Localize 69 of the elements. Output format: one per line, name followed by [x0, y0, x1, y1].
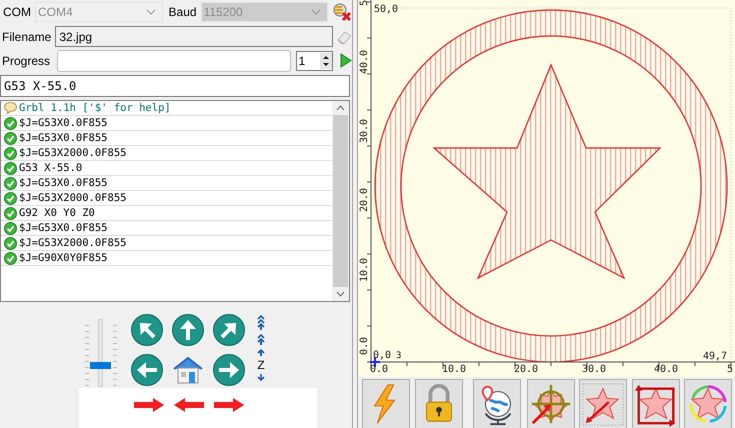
check-icon — [4, 162, 17, 174]
check-icon — [4, 236, 17, 250]
log-entry: G53 X-55.0 — [19, 162, 82, 174]
slider-thumb[interactable] — [90, 362, 111, 369]
log-entry: $J=G53X2000.0F855 — [19, 147, 126, 159]
log-entry: Grbl 1.1h ['$' for help] — [19, 102, 171, 114]
count-spinner[interactable]: 1 — [296, 50, 334, 70]
y-axis-label: 40.0 — [359, 50, 370, 74]
scroll-thumb[interactable] — [333, 115, 348, 287]
jog-arrow-button[interactable] — [213, 354, 245, 386]
x-axis-label: 5 — [727, 364, 734, 375]
log-entry: $J=G53X0.0F855 — [19, 222, 108, 234]
x-axis-label: 20.0 — [514, 364, 538, 375]
x-axis-label: 30.0 — [582, 364, 606, 375]
z-up-icon[interactable] — [257, 314, 265, 330]
scrollbar[interactable] — [332, 101, 349, 301]
y-axis-label: 0.0 — [359, 336, 370, 356]
filename-field[interactable]: 32.jpg — [55, 26, 334, 47]
coordinate-label: 50,0 — [374, 4, 398, 15]
baud-label: Baud — [168, 4, 198, 18]
tool-button[interactable] — [632, 379, 680, 428]
chevron-icon — [146, 8, 156, 14]
check-icon — [4, 192, 17, 204]
com-label: COM — [2, 4, 32, 18]
tool-button[interactable] — [473, 379, 521, 428]
y-axis-label: 5 — [359, 0, 370, 6]
x-axis-label: 0.0 — [370, 364, 388, 375]
jog-arrow-button[interactable] — [172, 314, 204, 346]
log-entry: $J=G53X0.0F855 — [19, 117, 108, 129]
coordinate-label: 3 — [396, 351, 402, 361]
x-axis-label: 40.0 — [654, 364, 678, 375]
arrow-icon — [134, 398, 164, 412]
jog-arrow-button[interactable] — [131, 354, 163, 386]
check-icon — [4, 176, 17, 190]
z-up-icon[interactable] — [257, 348, 265, 356]
coordinate-label: 49,7 — [703, 351, 728, 362]
speech-bubble-icon — [4, 102, 17, 114]
log-entry: $J=G53X0.0F855 — [19, 177, 108, 189]
speed-slider[interactable] — [85, 319, 117, 387]
check-icon — [4, 222, 17, 234]
chevron-icon — [311, 8, 322, 14]
check-icon — [4, 132, 17, 144]
jog-arrow-button[interactable] — [131, 314, 163, 346]
y-axis-label: 20.0 — [359, 188, 370, 212]
x-axis-label: 10.0 — [442, 364, 466, 375]
arrow-icon — [174, 398, 204, 412]
log-entry: $J=G90X0Y0F855 — [19, 252, 108, 264]
spin-arrows-icon — [320, 52, 332, 68]
arrow-icon — [214, 398, 244, 412]
command-field[interactable]: G53 X-55.0 — [0, 75, 350, 97]
coordinate-label: 0,0 — [373, 350, 392, 361]
log-entry: $J=G53X2000.0F855 — [19, 237, 126, 249]
z-up-icon[interactable] — [257, 333, 265, 345]
disconnect-icon[interactable] — [332, 2, 352, 20]
y-axis-label: 30.0 — [359, 118, 370, 144]
z-down-icon[interactable] — [257, 374, 265, 382]
log-entry: $J=G53X2000.0F855 — [19, 192, 126, 204]
check-icon — [4, 116, 17, 130]
log-entry: $J=G53X0.0F855 — [19, 132, 108, 144]
y-axis-label: 10.0 — [359, 258, 370, 282]
home-icon[interactable] — [171, 355, 205, 385]
log-entry: G92 X0 Y0 Z0 — [19, 207, 95, 219]
progress-label: Progress — [1, 54, 52, 68]
z-label: Z — [257, 359, 265, 371]
check-icon — [4, 252, 17, 264]
check-icon — [4, 206, 17, 220]
check-icon — [4, 146, 17, 160]
jog-arrow-button[interactable] — [213, 314, 245, 346]
filename-label: Filename — [1, 30, 52, 44]
